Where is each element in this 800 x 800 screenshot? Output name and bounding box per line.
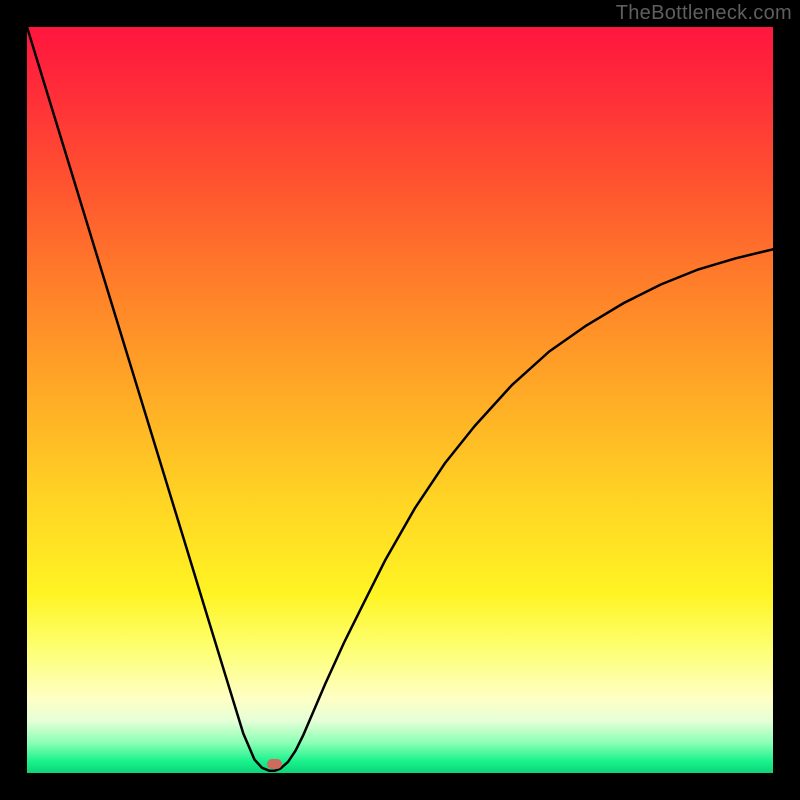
optimal-point-marker	[267, 759, 282, 769]
watermark: TheBottleneck.com	[616, 2, 792, 25]
plot-area	[27, 27, 773, 773]
bottleneck-curve	[27, 27, 773, 773]
chart-frame: TheBottleneck.com	[0, 0, 800, 800]
